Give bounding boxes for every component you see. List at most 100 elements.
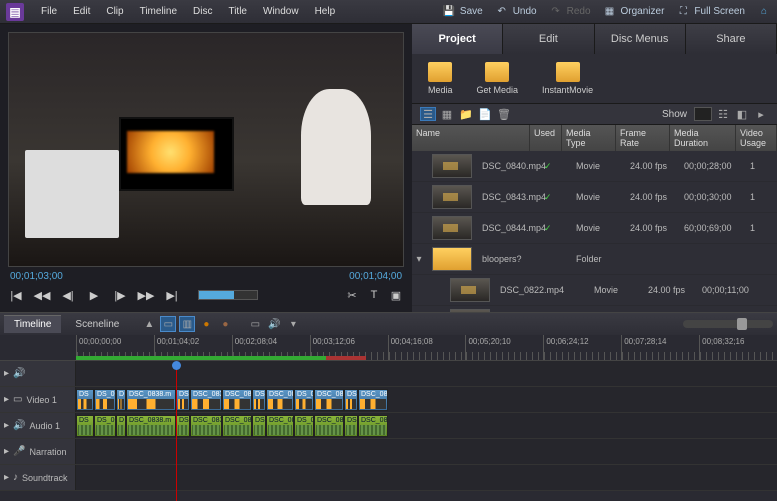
menu-disc[interactable]: Disc [186, 3, 219, 20]
freeze-frame-icon[interactable]: ▣ [388, 288, 404, 302]
split-clip-icon[interactable]: ✂ [344, 288, 360, 302]
new-item-icon[interactable]: 📄 [477, 107, 493, 121]
home-button[interactable]: ⌂ [757, 5, 771, 19]
expand-icon[interactable]: ▸ [4, 472, 9, 483]
col-used[interactable]: Used [530, 125, 562, 151]
timeline-clip[interactable]: DS_0 [294, 415, 314, 437]
timeline-clip[interactable]: DSC_0836 [222, 415, 252, 437]
timeline-clip[interactable]: DS_0 [94, 415, 116, 437]
tl-tab-timeline[interactable]: Timeline [4, 315, 61, 333]
timeline-clip[interactable]: DSC_0840 [314, 389, 344, 411]
snap-icon[interactable]: ▥ [179, 316, 195, 332]
expand-icon[interactable]: ▸ [4, 446, 9, 457]
timeline-clip[interactable]: DSC_0836 [222, 389, 252, 411]
timeline-clip[interactable]: DSC_0843.m [358, 389, 388, 411]
music-icon[interactable]: ♪ [13, 472, 18, 483]
expand-icon[interactable]: ▸ [4, 394, 9, 405]
menu-edit[interactable]: Edit [66, 3, 97, 20]
menu-file[interactable]: File [34, 3, 64, 20]
fastfwd-button[interactable]: ▶▶ [138, 288, 154, 302]
audio-display-icon[interactable]: 🔊 [266, 316, 282, 332]
shuttle-slider[interactable] [198, 290, 258, 300]
film-icon[interactable]: ▭ [13, 394, 22, 405]
work-area-bar[interactable] [76, 356, 326, 360]
speaker-icon[interactable]: 🔊 [13, 420, 25, 431]
timeline-clip[interactable]: DSC_0840 [314, 415, 344, 437]
time-ruler[interactable]: 00;00;00;0000;01;04;0200;02;08;0400;03;1… [0, 335, 777, 361]
table-row[interactable]: DSC_0822.mp4 Movie 24.00 fps 00;00;11;00 [412, 275, 777, 306]
new-folder-icon[interactable]: 📁 [458, 107, 474, 121]
timeline-clip[interactable]: DSC_0838.m [126, 389, 176, 411]
timeline-clip[interactable]: D [116, 389, 126, 411]
timeline-clip[interactable]: DS [76, 389, 94, 411]
timeline-clip[interactable]: DSC_0835.mp4 [190, 415, 222, 437]
table-row[interactable]: DSC_0823.mp4 Movie 24.00 fps 00;00;09;00 [412, 306, 777, 312]
timeline-clip[interactable]: DS [252, 415, 266, 437]
step-back-button[interactable]: ◀| [60, 288, 76, 302]
timeline-clip[interactable]: DSC_0835.mp4 [190, 389, 222, 411]
expand-icon[interactable]: ▸ [4, 420, 9, 431]
expand-icon[interactable]: ▾ [412, 254, 426, 265]
tab-share[interactable]: Share [686, 24, 777, 54]
list-view-icon[interactable]: ☰ [420, 107, 436, 121]
sort-icon[interactable]: ◧ [734, 107, 750, 121]
col-video-usage[interactable]: Video Usage [736, 125, 777, 151]
delete-icon[interactable]: 🗑 [496, 107, 512, 121]
timeline-clip[interactable]: DS [252, 389, 266, 411]
rewind-button[interactable]: ◀◀ [34, 288, 50, 302]
menu-help[interactable]: Help [308, 3, 343, 20]
col-media-duration[interactable]: Media Duration [670, 125, 736, 151]
col-frame-rate[interactable]: Frame Rate [616, 125, 670, 151]
tl-tab-sceneline[interactable]: Sceneline [65, 316, 129, 333]
menu-clip[interactable]: Clip [99, 3, 130, 20]
timeline-clip[interactable]: DS_0 [294, 389, 314, 411]
tab-edit[interactable]: Edit [503, 24, 594, 54]
table-row[interactable]: DSC_0843.mp4 ✓ Movie 24.00 fps 00;00;30;… [412, 182, 777, 213]
timeline-clip[interactable]: DS [344, 415, 358, 437]
timeline-clip[interactable]: DSC_08 [266, 415, 294, 437]
menu-window[interactable]: Window [256, 3, 306, 20]
save-button[interactable]: 💾Save [442, 5, 483, 19]
tab-project[interactable]: Project [412, 24, 503, 54]
expand-icon[interactable]: ▸ [4, 368, 9, 379]
time-stretch-tool-icon[interactable]: ▭ [160, 316, 176, 332]
playhead[interactable] [176, 361, 177, 501]
mic-icon[interactable]: 🎤 [13, 446, 25, 457]
play-button[interactable]: ▶ [86, 288, 102, 302]
media-btn-instantmovie[interactable]: InstantMovie [542, 62, 593, 95]
grid-view-icon[interactable]: ▦ [439, 107, 455, 121]
menu-title[interactable]: Title [221, 3, 254, 20]
marker-icon[interactable]: ● [198, 316, 214, 332]
add-text-icon[interactable]: T [366, 288, 382, 302]
find-icon[interactable]: ☷ [715, 107, 731, 121]
organizer-button[interactable]: ▦Organizer [603, 5, 665, 19]
table-row[interactable]: DSC_0844.mp4 ✓ Movie 24.00 fps 60;00;69;… [412, 213, 777, 244]
media-btn-media[interactable]: Media [428, 62, 453, 95]
selection-tool-icon[interactable]: ▲ [141, 316, 157, 332]
timeline-clip[interactable]: D [116, 415, 126, 437]
zoom-slider[interactable] [683, 320, 773, 328]
timeline-clip[interactable]: DS_0 [94, 389, 116, 411]
goto-start-button[interactable]: |◀ [8, 288, 24, 302]
timeline-clip[interactable]: DS [176, 415, 190, 437]
timeline-clip[interactable]: DS [176, 389, 190, 411]
table-row[interactable]: ▾ bloopers? Folder [412, 244, 777, 275]
media-btn-get-media[interactable]: Get Media [477, 62, 519, 95]
timeline-clip[interactable]: DSC_0843.m [358, 415, 388, 437]
tab-disc-menus[interactable]: Disc Menus [595, 24, 686, 54]
fullscreen-button[interactable]: ⛶Full Screen [676, 5, 745, 19]
timeline-clip[interactable]: DS [344, 389, 358, 411]
marker2-icon[interactable]: ● [217, 316, 233, 332]
timeline-clip[interactable]: DSC_0838.m [126, 415, 176, 437]
col-name[interactable]: Name [412, 125, 530, 151]
track-display-icon[interactable]: ▭ [247, 316, 263, 332]
goto-end-button[interactable]: ▶| [164, 288, 180, 302]
col-media-type[interactable]: Media Type [562, 125, 616, 151]
timeline-clip[interactable]: DS [76, 415, 94, 437]
menu-timeline[interactable]: Timeline [133, 3, 184, 20]
track-menu-icon[interactable]: ▾ [285, 316, 301, 332]
video-monitor[interactable] [8, 32, 404, 267]
filter-dropdown[interactable] [694, 107, 712, 121]
timeline-clip[interactable]: DSC_08 [266, 389, 294, 411]
step-fwd-button[interactable]: |▶ [112, 288, 128, 302]
